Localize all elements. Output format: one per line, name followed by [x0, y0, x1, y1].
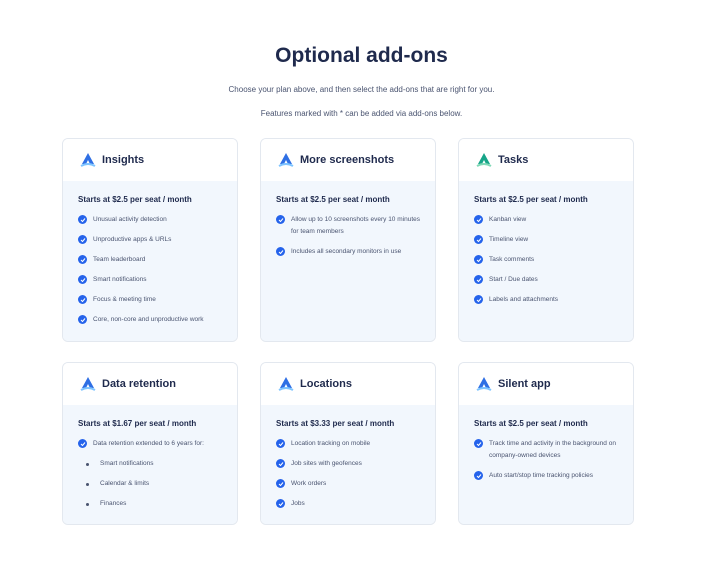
card-header: Silent app: [459, 363, 633, 405]
check-circle-icon: [474, 295, 483, 304]
card-body: Starts at $3.33 per seat / month Locatio…: [261, 405, 435, 524]
feature-item: Location tracking on mobile: [276, 438, 435, 450]
feature-item: Jobs: [276, 498, 435, 510]
insights-logo-icon: [79, 151, 97, 169]
check-circle-icon: [474, 275, 483, 284]
card-body: Starts at $1.67 per seat / month Data re…: [63, 405, 237, 524]
card-body: Starts at $2.5 per seat / month Kanban v…: [459, 181, 633, 341]
check-circle-icon: [78, 315, 87, 324]
card-header: More screenshots: [261, 139, 435, 181]
card-header: Tasks: [459, 139, 633, 181]
feature-item: Unproductive apps & URLs: [78, 234, 237, 246]
feature-item: Job sites with geofences: [276, 458, 435, 470]
bullet-dot-icon: [86, 502, 89, 506]
feature-item: Auto start/stop time tracking policies: [474, 470, 633, 482]
page-note: Features marked with * can be added via …: [260, 109, 463, 118]
screenshots-logo-icon: [277, 151, 295, 169]
card-price: Starts at $2.5 per seat / month: [474, 419, 588, 428]
data-retention-logo-icon: [79, 375, 97, 393]
sub-feature-item: Finances: [78, 498, 237, 510]
feature-item: Includes all secondary monitors in use: [276, 246, 435, 258]
check-circle-icon: [474, 439, 483, 448]
check-circle-icon: [78, 255, 87, 264]
bullet-dot-icon: [86, 462, 89, 466]
card-price: Starts at $2.5 per seat / month: [78, 195, 192, 204]
feature-item: Track time and activity in the backgroun…: [474, 438, 633, 462]
page-title: Optional add-ons: [275, 44, 448, 67]
feature-item: Kanban view: [474, 214, 633, 226]
check-circle-icon: [474, 255, 483, 264]
sub-feature-item: Smart notifications: [78, 458, 237, 470]
check-circle-icon: [78, 295, 87, 304]
check-circle-icon: [78, 439, 87, 448]
check-circle-icon: [276, 439, 285, 448]
feature-item: Timeline view: [474, 234, 633, 246]
feature-item: Smart notifications: [78, 274, 237, 286]
feature-item: Unusual activity detection: [78, 214, 237, 226]
feature-item: Task comments: [474, 254, 633, 266]
card-title: Silent app: [498, 378, 551, 390]
card-header: Insights: [63, 139, 237, 181]
check-circle-icon: [474, 215, 483, 224]
card-price: Starts at $2.5 per seat / month: [276, 195, 390, 204]
card-title: Insights: [102, 154, 145, 166]
feature-item: Allow up to 10 screenshots every 10 minu…: [276, 214, 435, 238]
check-circle-icon: [276, 215, 285, 224]
addon-card-locations: Locations Starts at $3.33 per seat / mon…: [260, 362, 436, 525]
card-price: Starts at $1.67 per seat / month: [78, 419, 197, 428]
feature-item: Focus & meeting time: [78, 294, 237, 306]
card-body: Starts at $2.5 per seat / month Allow up…: [261, 181, 435, 341]
silent-app-logo-icon: [475, 375, 493, 393]
check-circle-icon: [78, 275, 87, 284]
addon-card-tasks: Tasks Starts at $2.5 per seat / month Ka…: [458, 138, 634, 342]
feature-item: Start / Due dates: [474, 274, 633, 286]
feature-item: Work orders: [276, 478, 435, 490]
card-title: Locations: [300, 378, 352, 390]
addon-card-silent-app: Silent app Starts at $2.5 per seat / mon…: [458, 362, 634, 525]
check-circle-icon: [276, 247, 285, 256]
check-circle-icon: [474, 471, 483, 480]
card-header: Data retention: [63, 363, 237, 405]
feature-item: Team leaderboard: [78, 254, 237, 266]
sub-feature-item: Calendar & limits: [78, 478, 237, 490]
card-title: Tasks: [498, 154, 529, 166]
check-circle-icon: [474, 235, 483, 244]
addon-card-data-retention: Data retention Starts at $1.67 per seat …: [62, 362, 238, 525]
feature-item: Data retention extended to 6 years for:: [78, 438, 237, 450]
tasks-logo-icon: [475, 151, 493, 169]
locations-logo-icon: [277, 375, 295, 393]
check-circle-icon: [78, 235, 87, 244]
check-circle-icon: [276, 499, 285, 508]
card-title: More screenshots: [300, 154, 395, 166]
card-title: Data retention: [102, 378, 176, 390]
card-header: Locations: [261, 363, 435, 405]
bullet-dot-icon: [86, 482, 89, 486]
check-circle-icon: [276, 479, 285, 488]
card-body: Starts at $2.5 per seat / month Track ti…: [459, 405, 633, 524]
addon-card-insights: Insights Starts at $2.5 per seat / month…: [62, 138, 238, 342]
card-body: Starts at $2.5 per seat / month Unusual …: [63, 181, 237, 341]
addon-card-more-screenshots: More screenshots Starts at $2.5 per seat…: [260, 138, 436, 342]
card-price: Starts at $3.33 per seat / month: [276, 419, 395, 428]
page-subtitle: Choose your plan above, and then select …: [228, 85, 495, 94]
feature-item: Core, non-core and unproductive work: [78, 314, 237, 326]
card-price: Starts at $2.5 per seat / month: [474, 195, 588, 204]
check-circle-icon: [78, 215, 87, 224]
check-circle-icon: [276, 459, 285, 468]
feature-item: Labels and attachments: [474, 294, 633, 306]
